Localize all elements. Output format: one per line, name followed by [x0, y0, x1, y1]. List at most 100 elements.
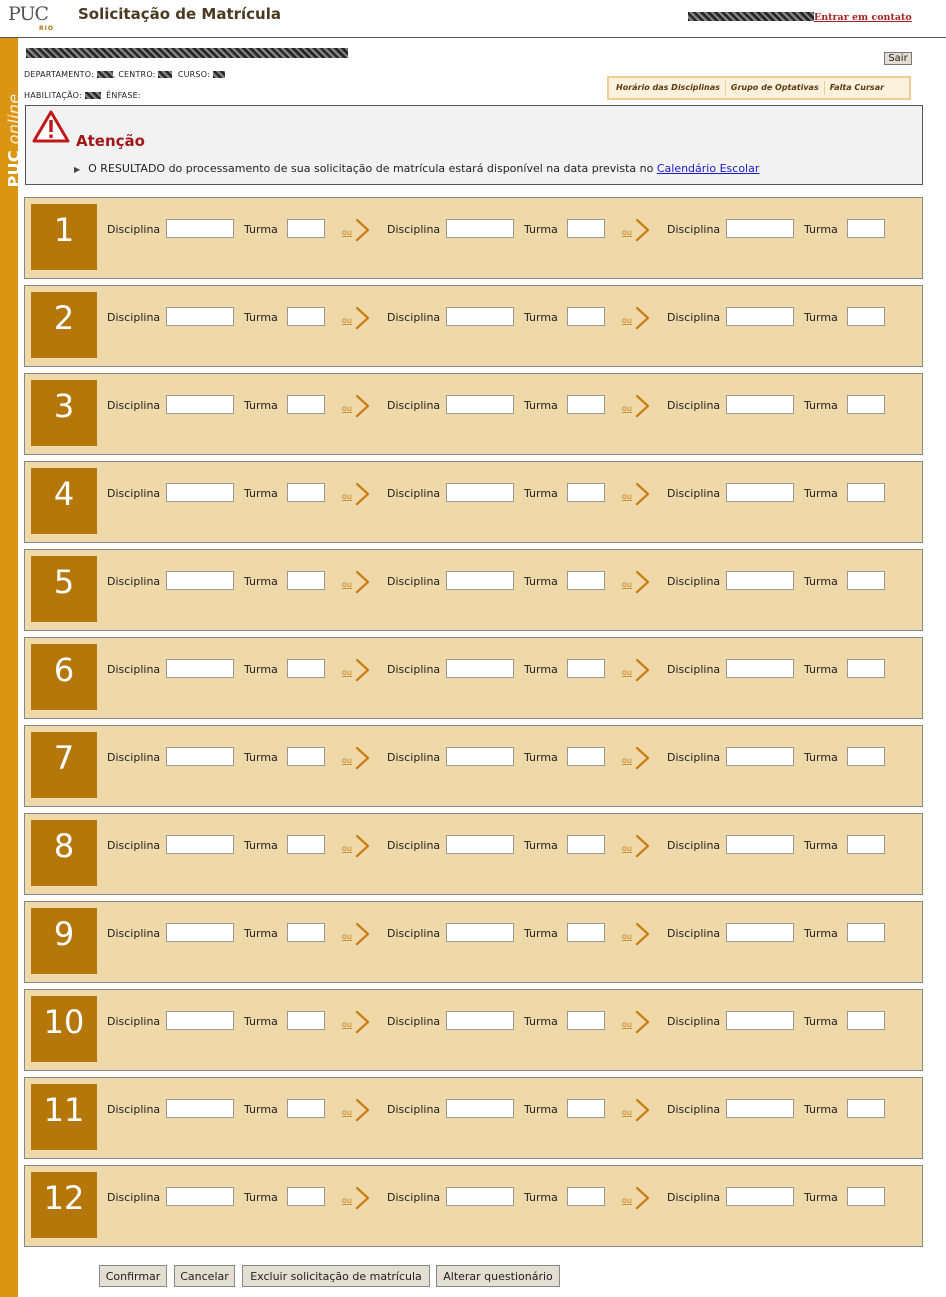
disciplina-input[interactable] [446, 1099, 514, 1118]
student-info-line-1: DEPARTAMENTO: , CENTRO: CURSO: [24, 70, 225, 79]
edit-questionnaire-button[interactable]: Alterar questionário [436, 1265, 560, 1287]
disciplina-input[interactable] [166, 483, 234, 502]
turma-input[interactable] [287, 1011, 325, 1030]
disciplina-label: Disciplina [667, 487, 721, 500]
calendario-escolar-link[interactable]: Calendário Escolar [657, 162, 760, 175]
disciplina-input[interactable] [166, 1099, 234, 1118]
disciplina-input[interactable] [726, 483, 794, 502]
svg-text:ou: ou [342, 1020, 352, 1029]
turma-input[interactable] [567, 923, 605, 942]
disciplina-input[interactable] [446, 747, 514, 766]
disciplina-input[interactable] [166, 219, 234, 238]
disciplina-input[interactable] [166, 1187, 234, 1206]
disciplina-input[interactable] [726, 1099, 794, 1118]
turma-input[interactable] [567, 571, 605, 590]
turma-input[interactable] [847, 395, 885, 414]
disciplina-input[interactable] [726, 835, 794, 854]
turma-label: Turma [244, 223, 278, 236]
turma-input[interactable] [847, 923, 885, 942]
disciplina-input[interactable] [446, 659, 514, 678]
disciplina-input[interactable] [726, 307, 794, 326]
puc-rio-logo[interactable]: PUC RIO [8, 3, 68, 33]
disciplina-input[interactable] [726, 659, 794, 678]
turma-input[interactable] [847, 483, 885, 502]
turma-input[interactable] [567, 483, 605, 502]
turma-input[interactable] [567, 1011, 605, 1030]
turma-input[interactable] [567, 307, 605, 326]
link-horario-disciplinas[interactable]: Horário das Disciplinas [611, 81, 726, 95]
disciplina-input[interactable] [166, 307, 234, 326]
turma-input[interactable] [847, 307, 885, 326]
ou-arrow-icon: ou [621, 746, 651, 770]
turma-input[interactable] [847, 1099, 885, 1118]
disciplina-label: Disciplina [107, 223, 161, 236]
turma-input[interactable] [567, 1187, 605, 1206]
disciplina-input[interactable] [166, 395, 234, 414]
disciplina-input[interactable] [446, 571, 514, 590]
turma-input[interactable] [287, 307, 325, 326]
disciplina-input[interactable] [166, 571, 234, 590]
ou-arrow-icon: ou [621, 218, 651, 242]
disciplina-input[interactable] [726, 219, 794, 238]
turma-input[interactable] [287, 659, 325, 678]
turma-label: Turma [244, 663, 278, 676]
turma-input[interactable] [847, 571, 885, 590]
disciplina-input[interactable] [726, 747, 794, 766]
turma-label: Turma [524, 1191, 558, 1204]
turma-input[interactable] [847, 219, 885, 238]
svg-text:ou: ou [342, 756, 352, 765]
disciplina-input[interactable] [446, 1187, 514, 1206]
turma-input[interactable] [287, 219, 325, 238]
confirm-button[interactable]: Confirmar [99, 1265, 167, 1287]
turma-input[interactable] [287, 835, 325, 854]
contact-link[interactable]: Entrar em contato [814, 12, 912, 23]
turma-input[interactable] [847, 1011, 885, 1030]
turma-input[interactable] [567, 395, 605, 414]
svg-text:ou: ou [342, 492, 352, 501]
delete-request-button[interactable]: Excluir solicitação de matrícula [242, 1265, 430, 1287]
ou-arrow-icon: ou [621, 658, 651, 682]
disciplina-input[interactable] [726, 1011, 794, 1030]
turma-input[interactable] [287, 571, 325, 590]
row-number-badge: 6 [31, 644, 97, 710]
turma-label: Turma [804, 575, 838, 588]
turma-input[interactable] [287, 1099, 325, 1118]
turma-input[interactable] [287, 1187, 325, 1206]
cancel-button[interactable]: Cancelar [174, 1265, 235, 1287]
disciplina-input[interactable] [446, 1011, 514, 1030]
disciplina-input[interactable] [166, 835, 234, 854]
turma-input[interactable] [567, 747, 605, 766]
turma-input[interactable] [567, 659, 605, 678]
disciplina-input[interactable] [726, 571, 794, 590]
turma-input[interactable] [567, 1099, 605, 1118]
disciplina-input[interactable] [446, 483, 514, 502]
disciplina-input[interactable] [166, 659, 234, 678]
turma-input[interactable] [847, 747, 885, 766]
turma-input[interactable] [567, 219, 605, 238]
turma-input[interactable] [847, 659, 885, 678]
disciplina-input[interactable] [446, 307, 514, 326]
row-number-badge: 2 [31, 292, 97, 358]
disciplina-input[interactable] [446, 395, 514, 414]
turma-input[interactable] [287, 395, 325, 414]
svg-text:ou: ou [342, 932, 352, 941]
disciplina-input[interactable] [446, 835, 514, 854]
turma-input[interactable] [847, 1187, 885, 1206]
disciplina-label: Disciplina [107, 575, 161, 588]
disciplina-input[interactable] [166, 923, 234, 942]
turma-input[interactable] [287, 747, 325, 766]
disciplina-input[interactable] [166, 1011, 234, 1030]
disciplina-input[interactable] [726, 1187, 794, 1206]
disciplina-input[interactable] [726, 395, 794, 414]
disciplina-input[interactable] [726, 923, 794, 942]
turma-input[interactable] [287, 483, 325, 502]
disciplina-input[interactable] [446, 219, 514, 238]
turma-input[interactable] [847, 835, 885, 854]
turma-input[interactable] [567, 835, 605, 854]
link-falta-cursar[interactable]: Falta Cursar [825, 81, 889, 95]
disciplina-input[interactable] [446, 923, 514, 942]
turma-input[interactable] [287, 923, 325, 942]
link-grupo-optativas[interactable]: Grupo de Optativas [726, 81, 825, 95]
logout-button[interactable]: Sair [884, 52, 912, 65]
disciplina-input[interactable] [166, 747, 234, 766]
